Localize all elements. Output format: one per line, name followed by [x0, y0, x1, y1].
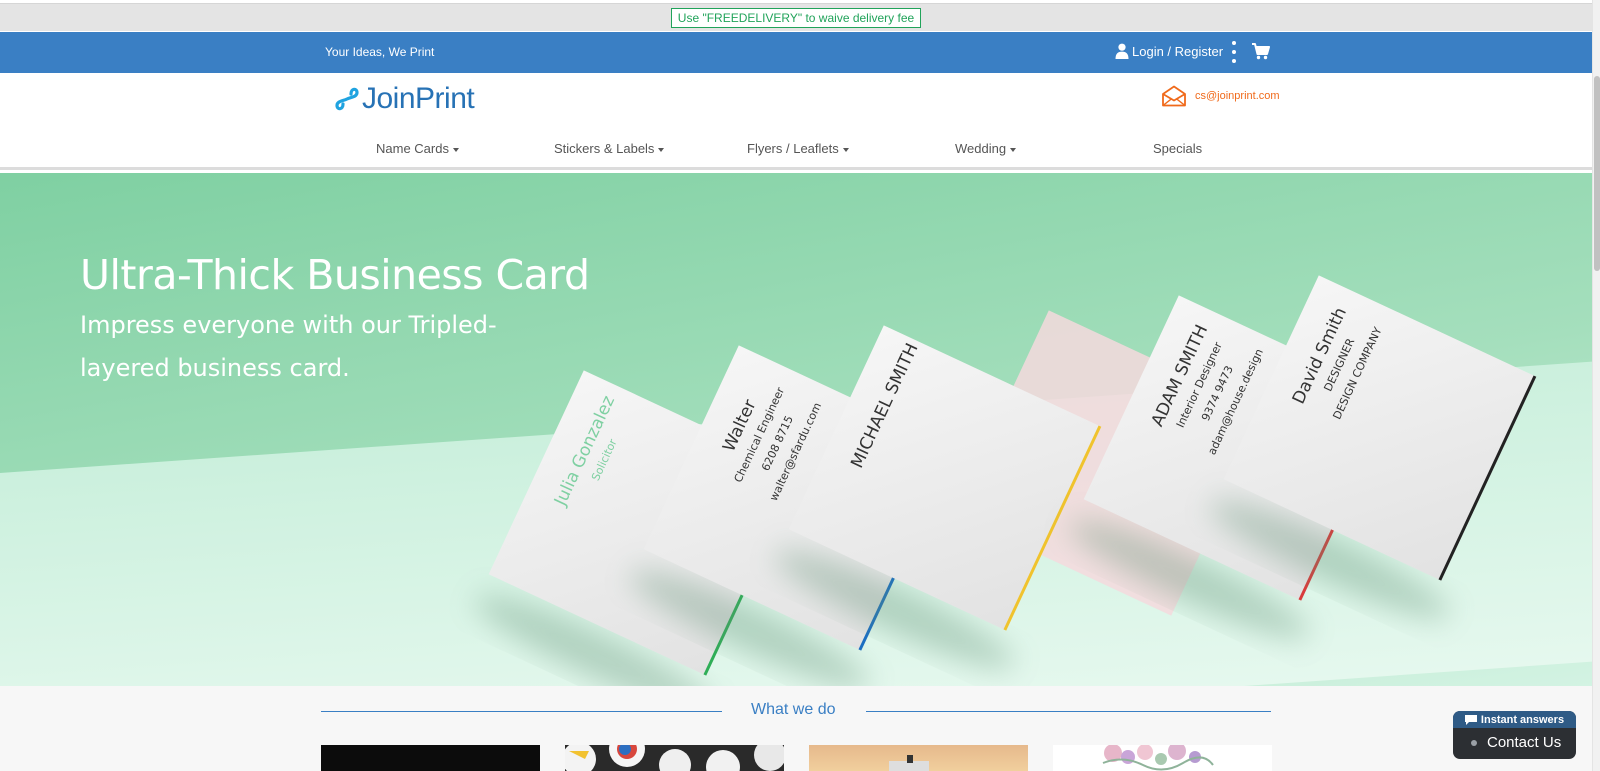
nav-item-label: Name Cards	[376, 141, 449, 156]
chevron-down-icon	[658, 147, 665, 152]
section-title: What we do	[751, 701, 836, 718]
nav-item-flyers-leaflets[interactable]: Flyers / Leaflets	[747, 141, 849, 156]
nav-item-label: Stickers & Labels	[554, 141, 655, 156]
email-address: cs@joinprint.com	[1195, 90, 1280, 102]
nav-item-specials[interactable]: Specials	[1153, 141, 1202, 156]
mail-icon	[1162, 85, 1186, 107]
logo-text: JoinPrint	[362, 82, 475, 115]
chevron-down-icon	[452, 147, 459, 152]
chevron-down-icon	[842, 147, 849, 152]
nav-item-label: Flyers / Leaflets	[747, 141, 839, 156]
tagline: Your Ideas, We Print	[325, 45, 435, 59]
product-thumbnail-stickers[interactable]	[565, 745, 784, 771]
more-options-icon[interactable]	[1232, 41, 1236, 63]
chat-header-label: Instant answers	[1480, 713, 1565, 726]
section-divider-left	[321, 711, 722, 712]
chat-bubble-icon	[1464, 714, 1477, 725]
product-thumbnail-name-cards[interactable]	[321, 745, 540, 771]
promo-code-banner[interactable]: Use "FREEDELIVERY" to waive delivery fee	[670, 7, 922, 28]
what-we-do-section: What we do	[0, 686, 1592, 771]
nav-item-label: Specials	[1153, 141, 1203, 156]
section-divider-right	[866, 711, 1271, 712]
promo-bar: Use "FREEDELIVERY" to waive delivery fee	[0, 3, 1592, 31]
scrollbar-thumb[interactable]	[1594, 76, 1600, 271]
main-nav: Name Cards Stickers & Labels Flyers / Le…	[0, 128, 1592, 170]
chat-widget[interactable]: Instant answers Contact Us	[1453, 711, 1576, 759]
nav-item-stickers-labels[interactable]: Stickers & Labels	[554, 141, 665, 156]
status-dot-icon	[1471, 739, 1477, 746]
business-card: David SmithDESIGNERDESIGN COMPANY	[1209, 275, 1537, 619]
login-register-label: Login / Register	[1132, 43, 1224, 59]
contact-us-button[interactable]: Contact Us	[1471, 734, 1561, 751]
product-thumbnail-flyers[interactable]	[809, 745, 1028, 771]
logo-mark-icon	[335, 87, 359, 111]
cart-icon[interactable]	[1252, 43, 1270, 60]
hero-banner[interactable]: Ultra-Thick Business Card Impress everyo…	[0, 173, 1592, 686]
product-thumbnail-wedding[interactable]	[1053, 745, 1272, 771]
email-link[interactable]: cs@joinprint.com	[1161, 85, 1280, 107]
top-bar: Your Ideas, We Print Login / Register	[0, 32, 1592, 73]
contact-us-label: Contact Us	[1487, 734, 1562, 751]
business-cards-illustration: Julia GonzalezSolicitorWalterChemical En…	[474, 275, 1537, 686]
chat-header: Instant answers	[1453, 711, 1576, 728]
nav-item-wedding[interactable]: Wedding	[955, 141, 1017, 156]
nav-item-label: Wedding	[955, 141, 1007, 156]
user-icon	[1115, 43, 1129, 59]
chevron-down-icon	[1010, 147, 1017, 152]
login-register-link[interactable]: Login / Register	[1115, 43, 1223, 59]
logo[interactable]: JoinPrint	[330, 82, 475, 116]
nav-item-name-cards[interactable]: Name Cards	[376, 141, 459, 156]
page: Use "FREEDELIVERY" to waive delivery fee…	[0, 0, 1600, 771]
brand-row: JoinPrint cs@joinprint.com	[0, 73, 1592, 128]
scrollbar[interactable]	[1592, 0, 1600, 771]
